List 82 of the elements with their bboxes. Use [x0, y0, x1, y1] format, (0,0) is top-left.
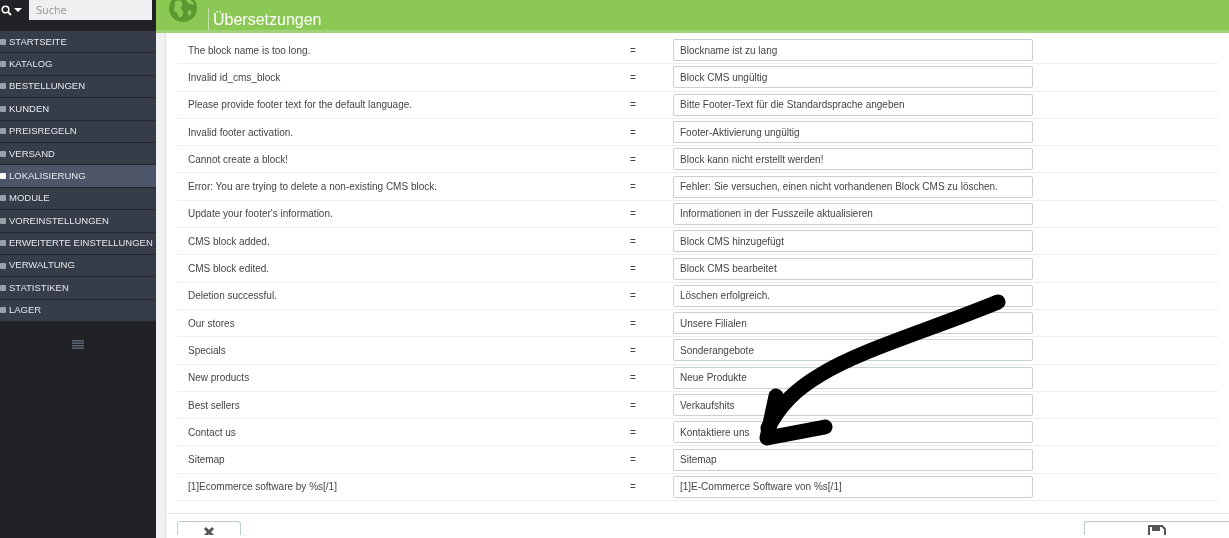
cancel-button[interactable]: [177, 521, 241, 536]
translation-field[interactable]: Block CMS bearbeitet: [673, 257, 1033, 280]
menu-item-icon: [0, 261, 7, 270]
caret-icon[interactable]: [14, 7, 22, 13]
source-text: New products: [187, 371, 251, 386]
sidebar-item[interactable]: VERWALTUNG: [0, 254, 156, 278]
translation-field[interactable]: Informationen in der Fusszeile aktualisieren: [673, 202, 1033, 225]
source-text: The block name is too long.: [187, 43, 312, 58]
equals-sign: =: [629, 425, 637, 440]
search-field[interactable]: Suche: [29, 0, 152, 20]
source-text: Invalid id_cms_block: [187, 70, 282, 85]
sidebar-item[interactable]: LAGER: [0, 299, 156, 323]
equals-sign: =: [629, 343, 637, 358]
equals-sign: =: [629, 70, 637, 85]
source-text: Update your footer's information.: [187, 207, 334, 222]
translation-field[interactable]: Fehler: Sie versuchen, einen nicht vorhandenen Block CMS zu löschen.: [673, 175, 1033, 198]
source-text: Error: You are trying to delete a non-existing CMS block.: [187, 180, 439, 195]
source-text: Specials: [187, 343, 227, 358]
sidebar-item[interactable]: PREISREGELN: [0, 120, 156, 143]
menu-icon[interactable]: [72, 340, 84, 350]
sidebar-item[interactable]: STATISTIKEN: [0, 277, 156, 300]
source-text: [1]Ecommerce software by %s[/1]: [187, 480, 338, 495]
translation-field[interactable]: Block CMS hinzugefügt: [673, 230, 1033, 253]
source-text: Cannot create a block!: [187, 152, 290, 167]
translation-field[interactable]: Bitte Footer-Text für die Standardsprache angeben: [673, 93, 1033, 116]
translation-field[interactable]: Löschen erfolgreich.: [673, 284, 1033, 307]
equals-sign: =: [629, 453, 637, 468]
save-button[interactable]: [1084, 521, 1229, 536]
menu-item-icon: [0, 127, 7, 136]
source-text: CMS block edited.: [187, 262, 271, 276]
search-icon[interactable]: [1, 4, 12, 16]
sidebar-item[interactable]: LOKALISIERUNG: [0, 165, 156, 188]
sidebar-item[interactable]: ERWEITERTE EINSTELLUNGEN: [0, 232, 156, 255]
equals-sign: =: [629, 371, 637, 386]
equals-sign: =: [629, 207, 637, 222]
sidebar-item[interactable]: VOREINSTELLUNGEN: [0, 210, 156, 233]
source-text: Deletion successful.: [187, 289, 278, 304]
menu-item-icon: [0, 239, 7, 248]
equals-sign: =: [629, 180, 637, 195]
source-text: Please provide footer text for the default language.: [187, 98, 414, 113]
equals-sign: =: [629, 262, 637, 276]
translation-field[interactable]: Footer-Aktivierung ungültig: [673, 121, 1033, 144]
menu-item-icon: [0, 104, 7, 113]
translation-field[interactable]: Sitemap: [673, 448, 1033, 471]
sidebar-item[interactable]: MODULE: [0, 187, 156, 211]
translation-field[interactable]: Blockname ist zu lang: [673, 39, 1033, 62]
menu-item-icon: [0, 60, 7, 69]
menu-item-icon: [0, 194, 7, 203]
equals-sign: =: [629, 43, 637, 58]
sidebar-item[interactable]: BESTELLUNGEN: [0, 75, 156, 99]
sidebar-item[interactable]: VERSAND: [0, 142, 156, 166]
source-text: CMS block added.: [187, 234, 271, 249]
source-text: Sitemap: [187, 453, 226, 468]
menu-item-icon: [0, 149, 7, 158]
menu-item-icon: [0, 284, 7, 292]
page-title: Übersetzungen: [213, 10, 322, 30]
menu-item-icon: [0, 82, 7, 91]
close-icon: [203, 526, 215, 536]
equals-sign: =: [629, 152, 637, 167]
sidebar-item[interactable]: KATALOG: [0, 53, 156, 76]
equals-sign: =: [629, 289, 637, 304]
sidebar-item[interactable]: KUNDEN: [0, 98, 156, 121]
equals-sign: =: [629, 98, 637, 113]
menu-item-icon: [0, 306, 7, 315]
translation-field[interactable]: Block kann nicht erstellt werden!: [673, 148, 1033, 171]
source-text: Best sellers: [187, 398, 241, 413]
menu-item-icon: [0, 216, 7, 225]
sidebar-item[interactable]: STARTSEITE: [0, 31, 156, 54]
equals-sign: =: [629, 316, 637, 331]
source-text: Contact us: [187, 425, 237, 440]
menu-item-icon: [0, 37, 7, 46]
source-text: Our stores: [187, 316, 236, 331]
translation-field[interactable]: Block CMS ungültig: [673, 66, 1033, 89]
translation-field[interactable]: [1]E-Commerce Software von %s[/1]: [673, 475, 1033, 498]
source-text: Invalid footer activation.: [187, 125, 295, 140]
equals-sign: =: [629, 234, 637, 249]
translation-field[interactable]: Verkaufshits: [673, 394, 1033, 416]
menu-item-icon: [0, 172, 7, 181]
translation-field[interactable]: Neue Produkte: [673, 366, 1033, 389]
equals-sign: =: [629, 125, 637, 140]
equals-sign: =: [629, 398, 637, 413]
equals-sign: =: [629, 480, 637, 495]
